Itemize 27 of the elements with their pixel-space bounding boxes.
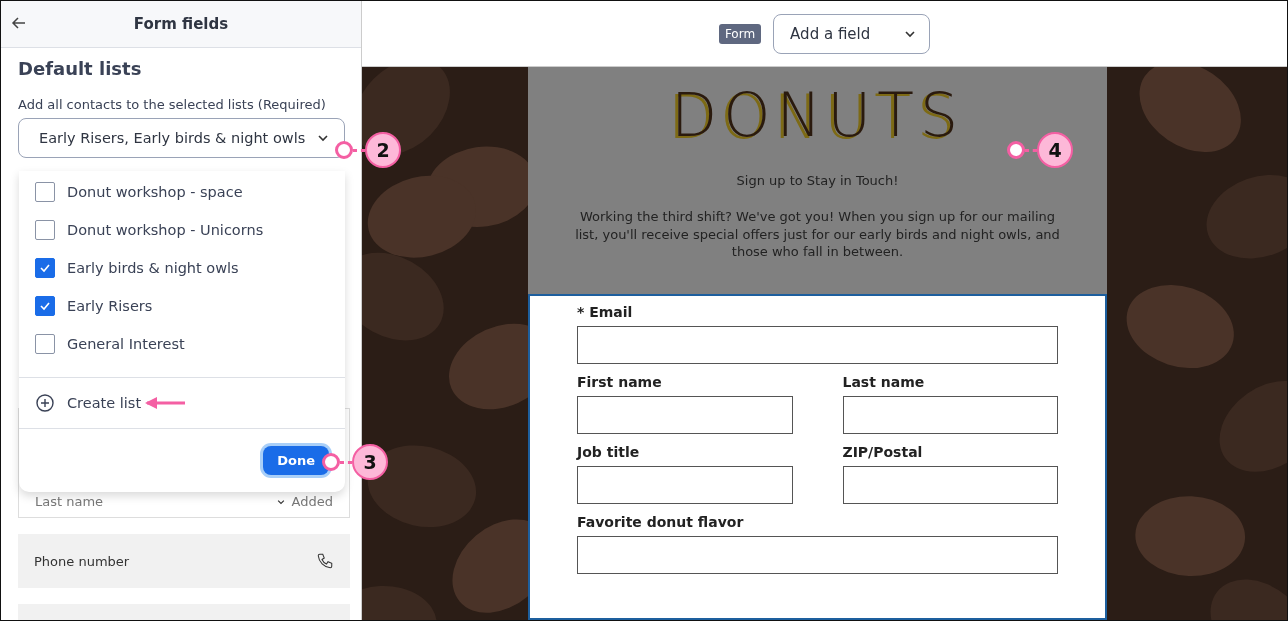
panel-title: Form fields [133,15,229,33]
list-option[interactable]: Donut workshop - space [19,173,345,211]
field-name: Last name [35,494,104,509]
lists-select[interactable]: Early Risers, Early birds & night owls [18,118,345,158]
form-heading: Sign up to Stay in Touch! [736,173,899,188]
callout-number: 3 [352,444,388,480]
logo: DONUTS [671,85,964,145]
field-label: ZIP/Postal [842,444,924,460]
list-option[interactable]: General Interest [19,325,345,363]
field-status: Added [291,494,333,509]
list-option[interactable]: Early birds & night owls [19,249,345,287]
list-option[interactable]: Early Risers [19,287,345,325]
field-label: Favorite donut flavor [577,514,745,530]
field-label: First name [577,374,663,390]
section-title: Default lists [18,58,143,79]
field-name: Phone number [34,553,130,569]
create-list-button[interactable]: Create list [19,377,345,429]
form-badge: Form [718,23,762,44]
field-label: Last name [842,374,926,390]
field-card[interactable]: Phone number [18,534,350,588]
field-label: Add all contacts to the selected lists (Required) [18,97,327,112]
add-field-select[interactable]: Add a field [773,13,931,54]
form-intro: Working the third shift? We've got you! When you sign up for our mailing list, you'll receive special offers just for our early birds and night owls, and those who fall in between. [574,208,1061,261]
field-label: * Email [577,304,634,320]
list-option[interactable]: Donut workshop - Unicorns [19,211,345,249]
field-label: Job title [577,444,641,460]
done-button[interactable]: Done [263,446,329,475]
